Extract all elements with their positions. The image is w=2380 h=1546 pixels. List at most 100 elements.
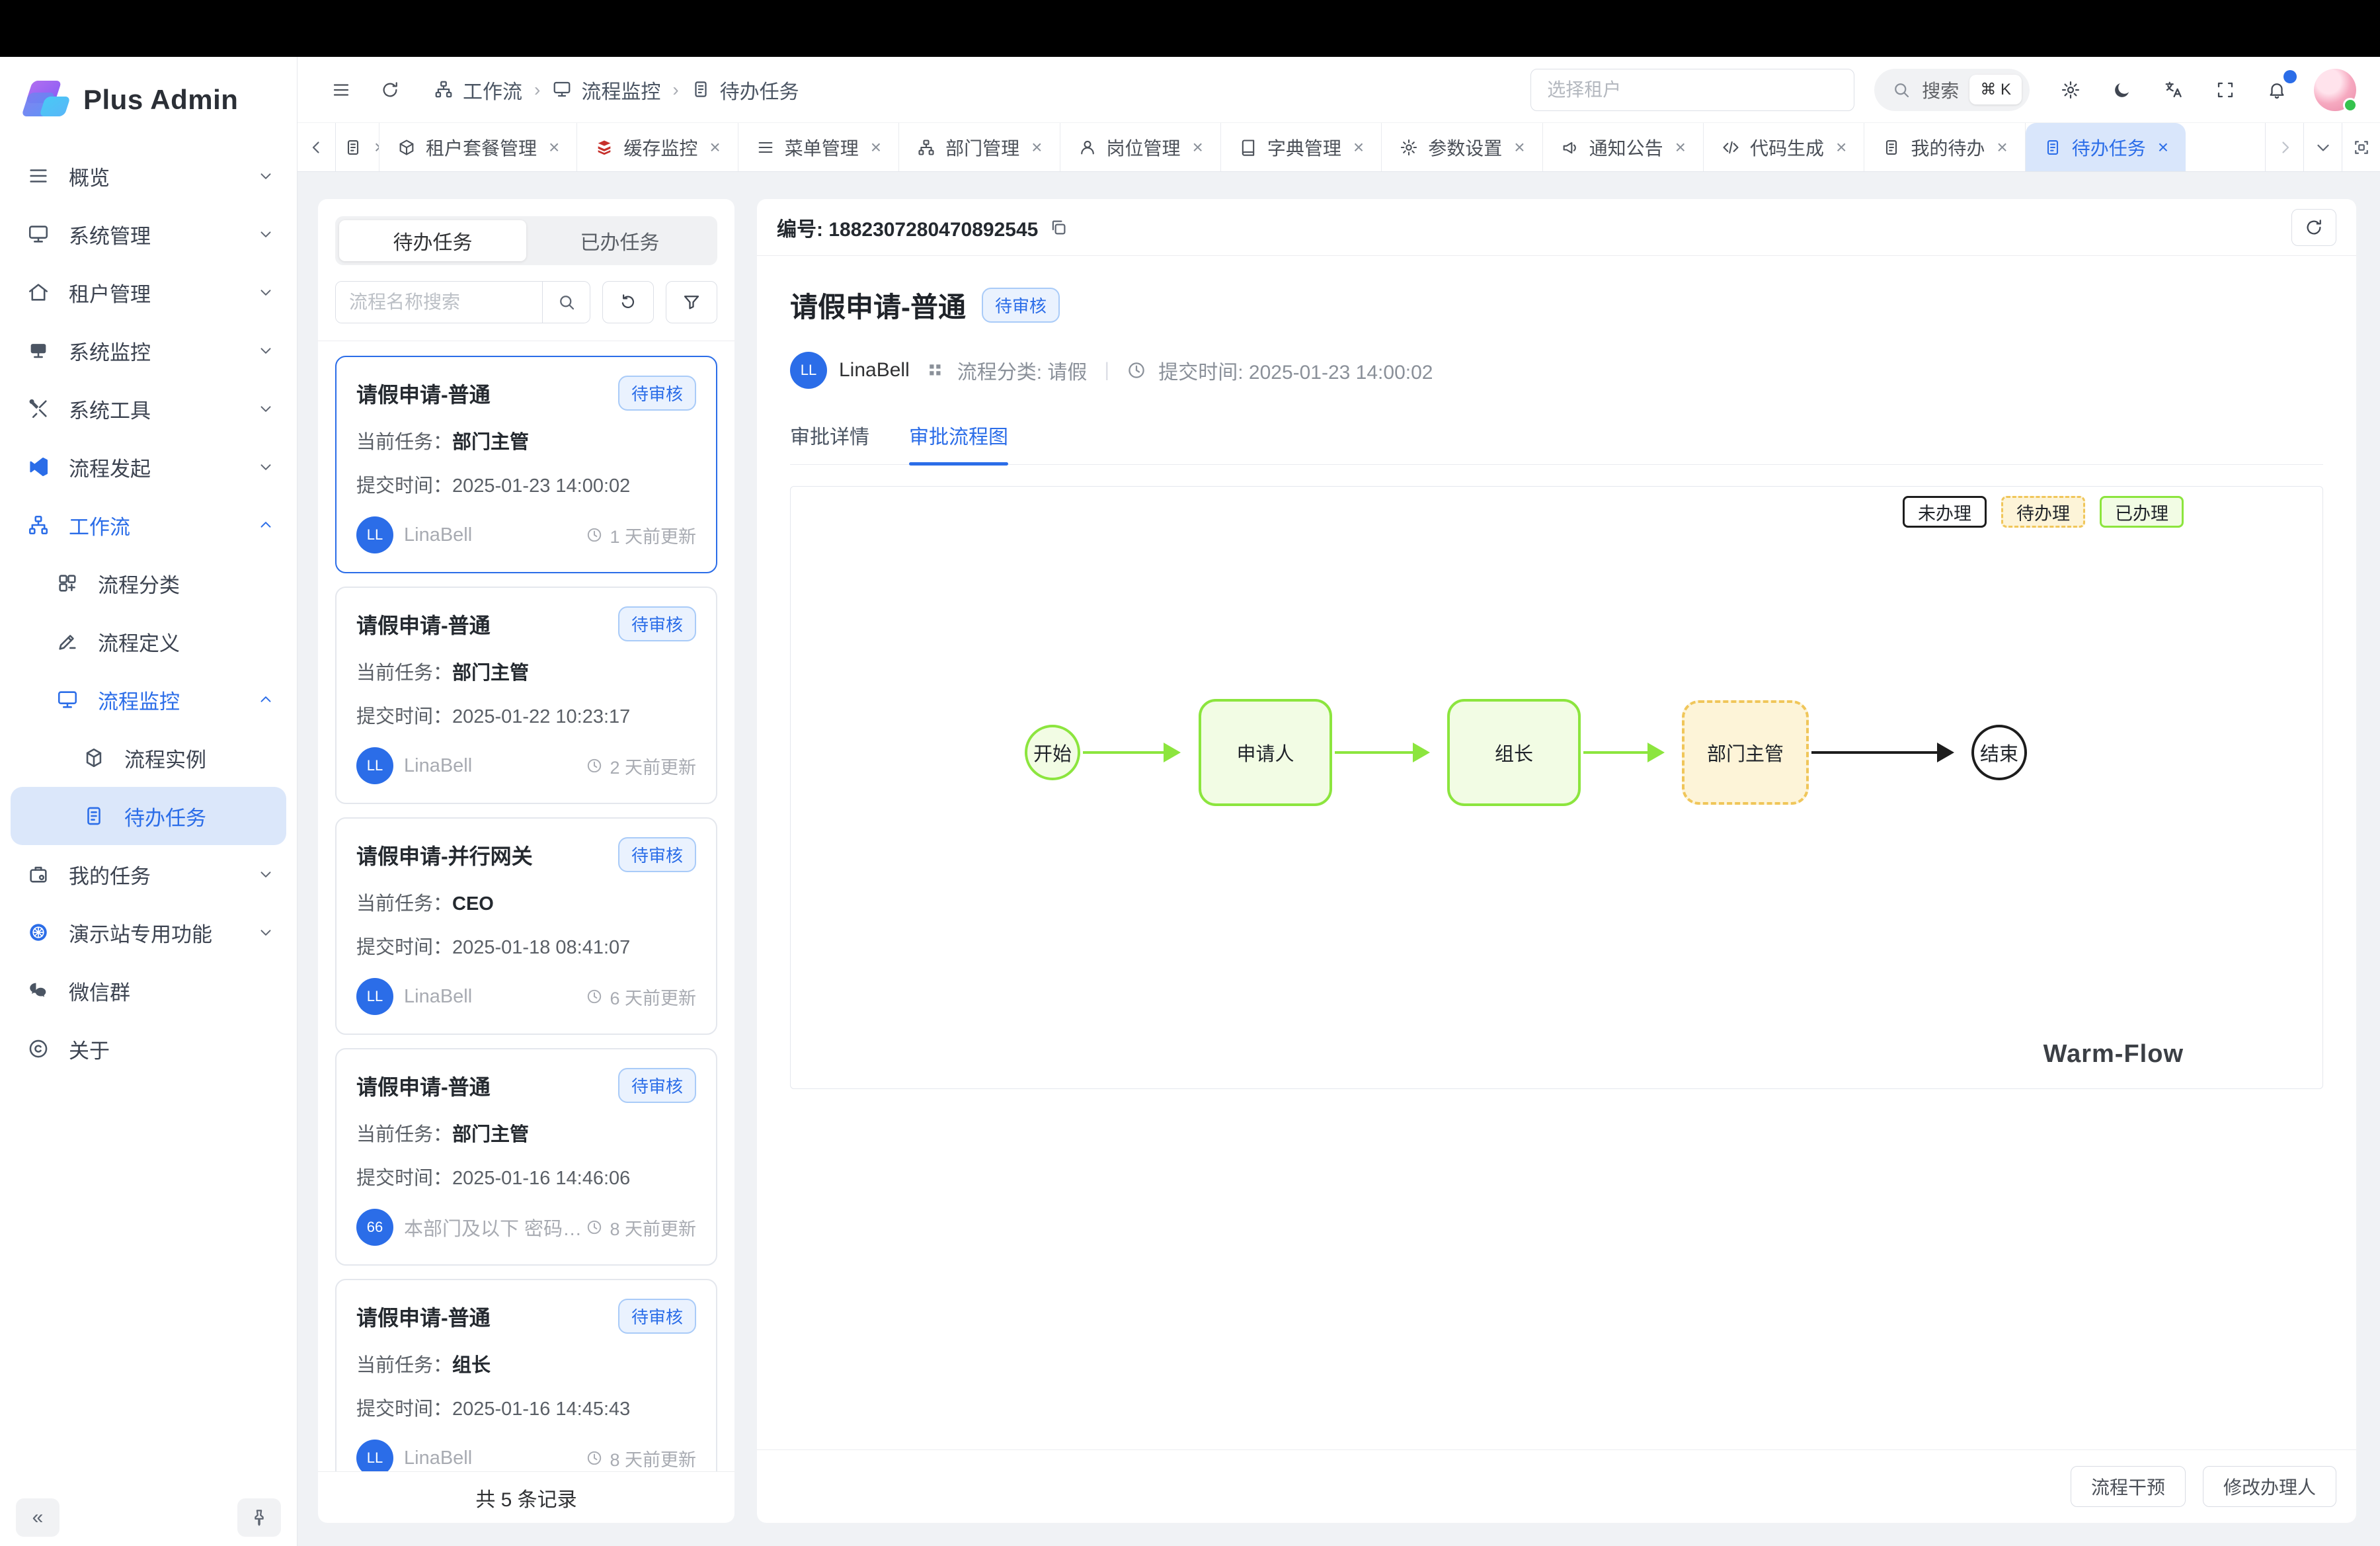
flow-node-结束[interactable]: 结束 <box>1971 725 2027 780</box>
flow-legend: 未办理待办理已办理 <box>1903 496 2184 528</box>
search-label: 搜索 <box>1922 77 1959 103</box>
task-total: 共 5 条记录 <box>318 1471 734 1523</box>
detail-header: 编号: 1882307280470892545 <box>757 199 2356 256</box>
sidebar-item-9[interactable]: 流程监控 <box>0 671 297 729</box>
tab-close-icon[interactable]: × <box>549 137 559 158</box>
breadcrumb-item-1[interactable]: 流程监控 <box>552 75 660 104</box>
tools-icon <box>26 397 50 421</box>
sidebar-item-13[interactable]: 演示站专用功能 <box>0 903 297 961</box>
page-tab-参数设置[interactable]: 参数设置× <box>1382 123 1542 171</box>
sidebar-item-4[interactable]: 系统工具 <box>0 380 297 438</box>
copy-icon[interactable] <box>1049 218 1068 237</box>
breadcrumb-item-0[interactable]: 工作流 <box>434 75 522 104</box>
page-tab-岗位管理[interactable]: 岗位管理× <box>1060 123 1221 171</box>
hamburger-icon[interactable] <box>327 75 356 104</box>
sidebar-item-14[interactable]: 微信群 <box>0 961 297 1020</box>
refresh-icon[interactable] <box>376 75 405 104</box>
sidebar-item-15[interactable]: 关于 <box>0 1020 297 1078</box>
sidebar-item-1[interactable]: 系统管理 <box>0 205 297 263</box>
tab-close-icon[interactable]: × <box>709 137 720 158</box>
card-submit-time: 提交时间：2025-01-22 10:23:17 <box>356 701 696 729</box>
task-tab-已办任务[interactable]: 已办任务 <box>526 220 713 261</box>
action-button-修改办理人[interactable]: 修改办理人 <box>2203 1466 2336 1507</box>
page-tab-待办任务[interactable]: 待办任务× <box>2026 123 2186 171</box>
tab-close-icon[interactable]: × <box>1514 137 1525 158</box>
sidebar-item-11[interactable]: 待办任务 <box>11 787 286 845</box>
sidebar-item-0[interactable]: 概览 <box>0 147 297 205</box>
card-title-row: 请假申请-并行网关 待审核 <box>356 837 696 872</box>
card-footer: LL LinaBell 1 天前更新 <box>356 516 696 553</box>
tab-close-icon[interactable]: × <box>1997 137 2007 158</box>
sidebar-item-8[interactable]: 流程定义 <box>0 612 297 671</box>
task-card-3[interactable]: 请假申请-普通 待审核 当前任务：部门主管 提交时间：2025-01-16 14… <box>335 1048 717 1266</box>
tab-close-icon[interactable]: × <box>1353 137 1364 158</box>
tab-close-icon[interactable]: × <box>2158 137 2168 158</box>
page-tab-菜单管理[interactable]: 菜单管理× <box>738 123 899 171</box>
card-status-badge: 待审核 <box>618 376 696 411</box>
task-card-2[interactable]: 请假申请-并行网关 待审核 当前任务：CEO 提交时间：2025-01-18 0… <box>335 817 717 1035</box>
sidebar-item-10[interactable]: 流程实例 <box>0 729 297 787</box>
dark-mode-button[interactable] <box>2108 75 2137 104</box>
notifications-button[interactable] <box>2262 75 2291 104</box>
breadcrumb: 工作流›流程监控›待办任务 <box>434 75 1511 104</box>
sidebar-item-6[interactable]: 工作流 <box>0 496 297 554</box>
detail-tab-审批详情[interactable]: 审批详情 <box>790 421 869 464</box>
flow-node-开始[interactable]: 开始 <box>1025 725 1080 780</box>
task-card-4[interactable]: 请假申请-普通 待审核 当前任务：组长 提交时间：2025-01-16 14:4… <box>335 1279 717 1471</box>
user-avatar[interactable] <box>2314 69 2356 111</box>
tabs-scroll-left-button[interactable] <box>298 123 336 171</box>
card-user-name: LinaBell <box>404 1447 586 1469</box>
sidebar-pin-button[interactable] <box>237 1498 281 1537</box>
tab-close-icon[interactable]: × <box>1193 137 1203 158</box>
flow-node-组长[interactable]: 组长 <box>1447 699 1581 806</box>
page-tab-部门管理[interactable]: 部门管理 × <box>899 123 1060 171</box>
task-tab-待办任务[interactable]: 待办任务 <box>339 220 526 261</box>
task-card-0[interactable]: 请假申请-普通 待审核 当前任务：部门主管 提交时间：2025-01-23 14… <box>335 356 717 573</box>
sidebar-item-2[interactable]: 租户管理 <box>0 263 297 321</box>
chevron-down-icon <box>2313 138 2333 157</box>
flow-edge-3 <box>1811 751 1938 754</box>
page-tab-字典管理[interactable]: 字典管理× <box>1221 123 1382 171</box>
card-submit-time: 提交时间：2025-01-16 14:46:06 <box>356 1162 696 1190</box>
page-tab-租户套餐管理[interactable]: 租户套餐管理 × <box>379 123 577 171</box>
tab-label: 部门管理 <box>945 134 1019 161</box>
sidebar-item-7[interactable]: 流程分类 <box>0 554 297 612</box>
flow-node-申请人[interactable]: 申请人 <box>1199 699 1332 806</box>
task-search-button[interactable] <box>542 282 590 323</box>
tab-label: 租户套餐管理 <box>426 134 537 161</box>
tab-close-icon[interactable]: × <box>1031 137 1042 158</box>
action-button-流程干预[interactable]: 流程干预 <box>2071 1466 2186 1507</box>
detail-refresh-button[interactable] <box>2291 209 2336 246</box>
flow-node-部门主管[interactable]: 部门主管 <box>1682 700 1809 805</box>
flow-start-icon <box>26 455 50 479</box>
tab-close-icon[interactable]: × <box>871 137 881 158</box>
breadcrumb-item-2[interactable]: 待办任务 <box>691 75 799 104</box>
tabs-scroll-right-button[interactable] <box>2265 123 2303 171</box>
fullscreen-button[interactable] <box>2211 75 2240 104</box>
page-tab-代码生成[interactable]: 代码生成× <box>1704 123 1864 171</box>
detail-tab-审批流程图[interactable]: 审批流程图 <box>909 421 1008 464</box>
page-tab-clipped[interactable]: × <box>336 123 379 171</box>
task-filter-button[interactable] <box>666 281 717 323</box>
tenant-select-input[interactable] <box>1530 69 1854 111</box>
task-segmented-control: 待办任务已办任务 <box>335 216 717 265</box>
global-search-button[interactable]: 搜索 ⌘ K <box>1874 69 2030 111</box>
task-reset-button[interactable] <box>602 281 654 323</box>
sidebar-collapse-button[interactable]: « <box>16 1498 60 1537</box>
tab-close-icon[interactable]: × <box>1836 137 1846 158</box>
task-search-input[interactable] <box>336 282 542 323</box>
language-button[interactable] <box>2159 75 2188 104</box>
page-tab-通知公告[interactable]: 通知公告× <box>1543 123 1704 171</box>
sidebar-item-3[interactable]: 系统监控 <box>0 321 297 380</box>
tab-close-icon[interactable]: × <box>374 137 379 158</box>
page-tab-我的待办[interactable]: 我的待办× <box>1864 123 2025 171</box>
sidebar-item-5[interactable]: 流程发起 <box>0 438 297 496</box>
sidebar-item-12[interactable]: 我的任务 <box>0 845 297 903</box>
settings-button[interactable] <box>2056 75 2085 104</box>
tab-close-icon[interactable]: × <box>1675 137 1686 158</box>
card-status-badge: 待审核 <box>618 606 696 641</box>
content-fullscreen-button[interactable] <box>2342 123 2380 171</box>
page-tab-缓存监控[interactable]: 缓存监控× <box>577 123 738 171</box>
task-card-1[interactable]: 请假申请-普通 待审核 当前任务：部门主管 提交时间：2025-01-22 10… <box>335 587 717 804</box>
tabs-dropdown-button[interactable] <box>2303 123 2342 171</box>
